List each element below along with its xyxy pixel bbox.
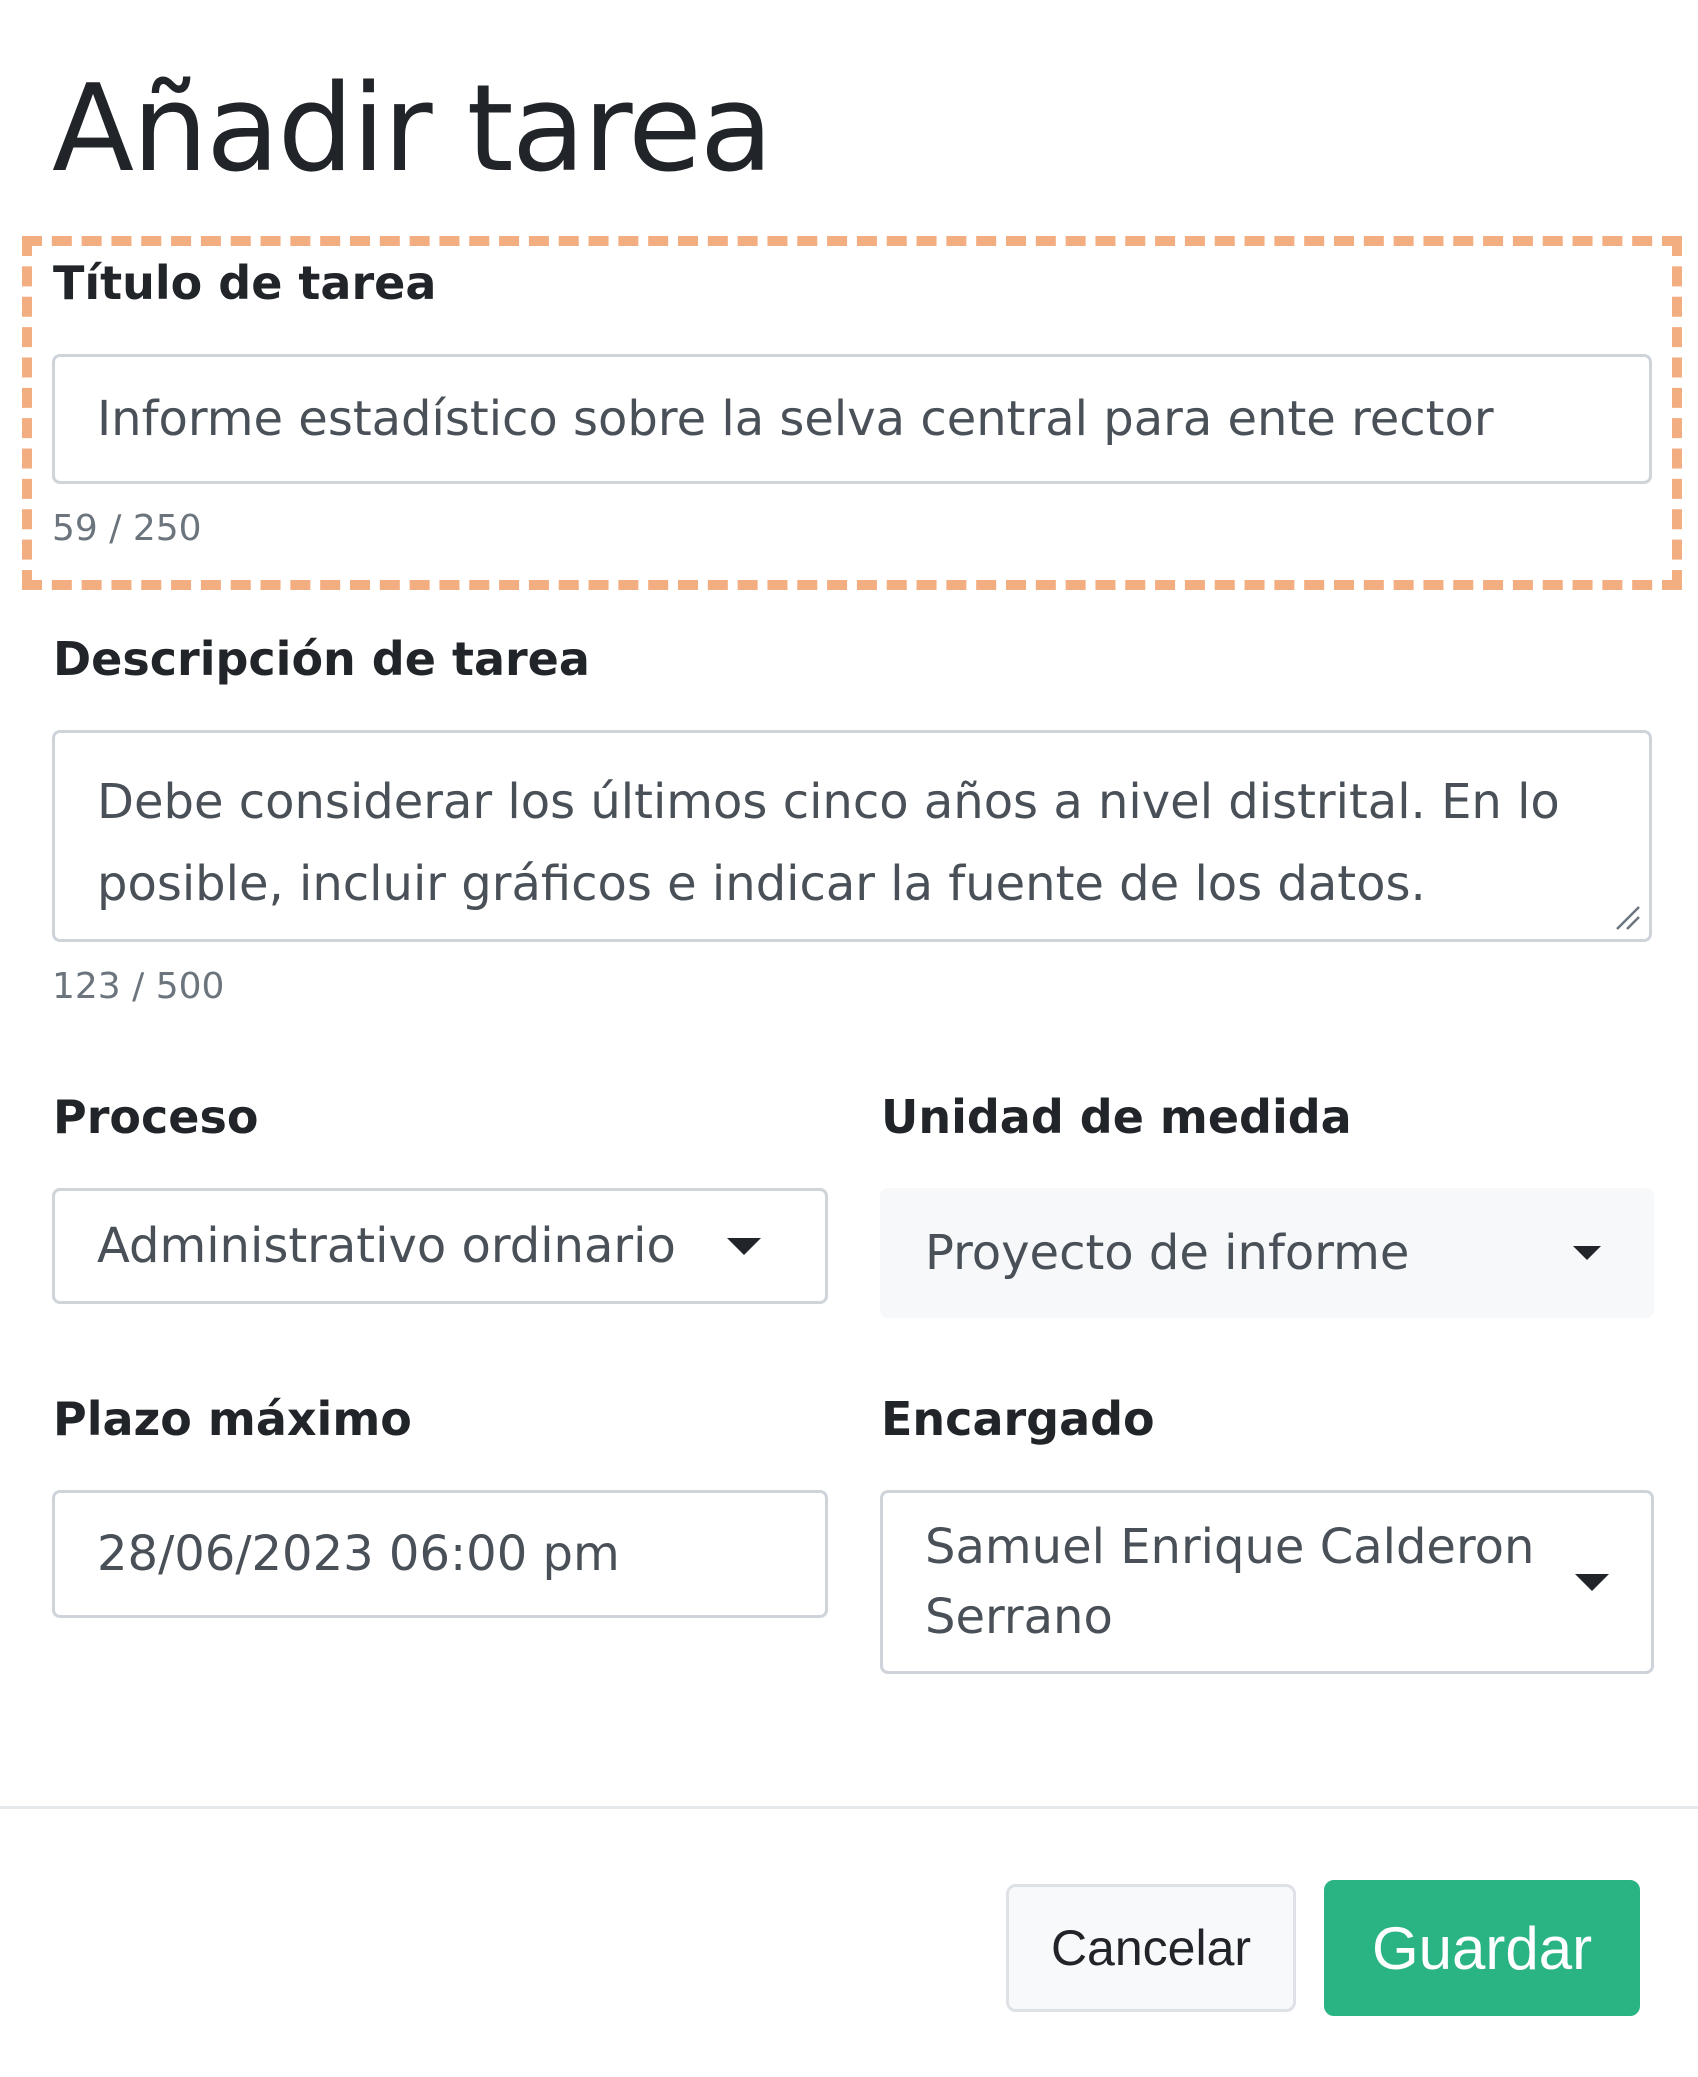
save-button[interactable]: Guardar (1324, 1880, 1640, 2016)
task-description-textarea[interactable]: Debe considerar los últimos cinco años a… (52, 730, 1652, 942)
caret-down-icon (727, 1237, 761, 1255)
deadline-input[interactable]: 28/06/2023 06:00 pm (52, 1490, 828, 1618)
process-select[interactable]: Administrativo ordinario (52, 1188, 828, 1304)
deadline-label: Plazo máximo (53, 1392, 412, 1446)
assignee-selected-value: Samuel Enrique Calderon Serrano (925, 1519, 1535, 1645)
task-title-value: Informe estadístico sobre la selva centr… (97, 391, 1494, 447)
task-description-label: Descripción de tarea (53, 632, 590, 686)
unit-select[interactable]: Proyecto de informe (880, 1188, 1654, 1318)
footer-divider (0, 1806, 1698, 1809)
task-description-value: Debe considerar los últimos cinco años a… (97, 774, 1560, 912)
caret-down-icon (1575, 1573, 1609, 1591)
deadline-value: 28/06/2023 06:00 pm (97, 1526, 620, 1582)
process-label: Proceso (53, 1090, 259, 1144)
caret-down-icon (1573, 1246, 1601, 1260)
cancel-button[interactable]: Cancelar (1006, 1884, 1296, 2012)
resize-grip-icon[interactable] (1611, 901, 1641, 931)
task-title-counter: 59 / 250 (52, 508, 202, 549)
dialog-title: Añadir tarea (52, 60, 773, 199)
assignee-label: Encargado (881, 1392, 1155, 1446)
process-selected-value: Administrativo ordinario (97, 1218, 676, 1274)
unit-label: Unidad de medida (881, 1090, 1352, 1144)
task-title-label: Título de tarea (53, 256, 437, 310)
add-task-dialog: Añadir tarea Título de tarea Informe est… (0, 0, 1698, 2077)
assignee-select[interactable]: Samuel Enrique Calderon Serrano (880, 1490, 1654, 1674)
task-description-counter: 123 / 500 (52, 966, 225, 1007)
task-title-input[interactable]: Informe estadístico sobre la selva centr… (52, 354, 1652, 484)
unit-selected-value: Proyecto de informe (925, 1225, 1410, 1281)
